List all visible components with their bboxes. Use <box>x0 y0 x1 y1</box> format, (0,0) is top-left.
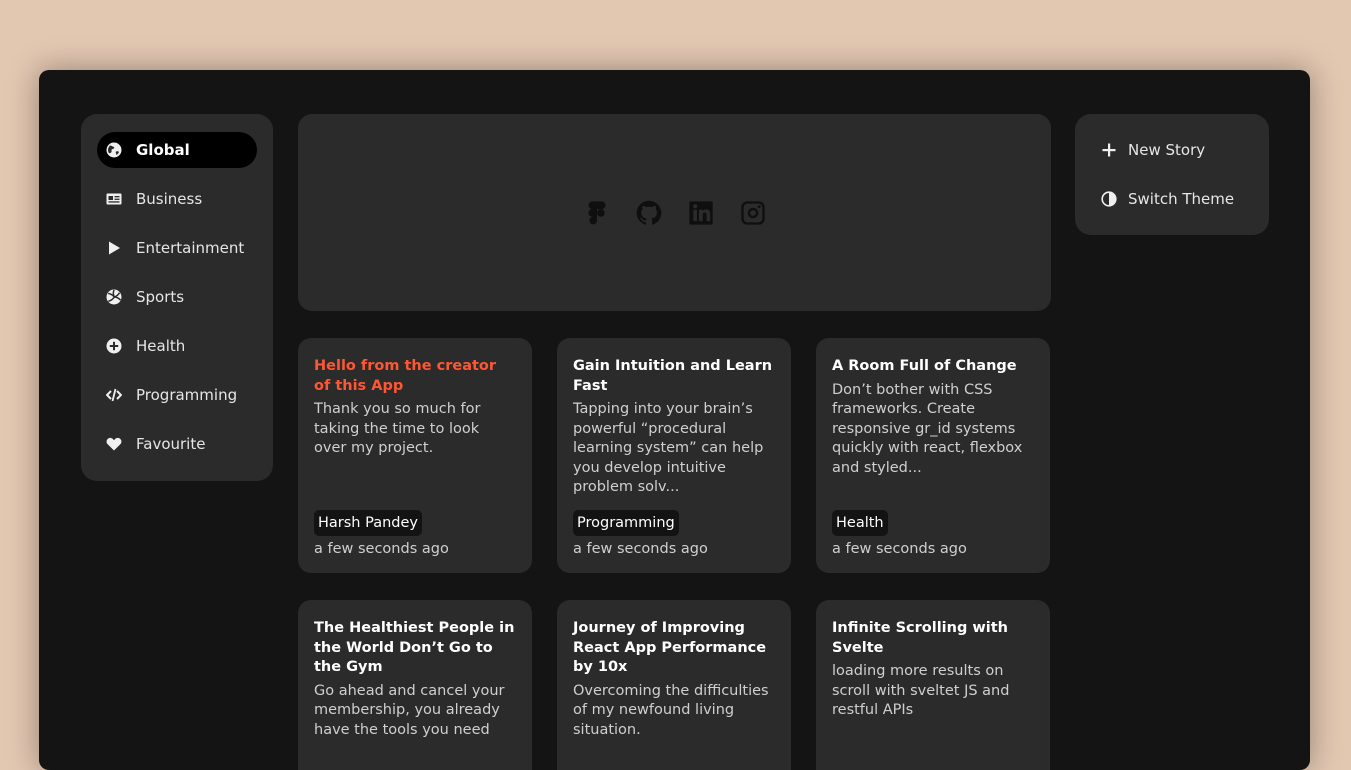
sidebar-item-global[interactable]: Global <box>97 132 257 168</box>
switch-theme-button[interactable]: Switch Theme <box>1093 181 1251 217</box>
sidebar-item-label: Global <box>136 141 190 159</box>
sidebar-item-entertainment[interactable]: Entertainment <box>97 230 257 266</box>
story-card[interactable]: The Healthiest People in the World Don’t… <box>298 600 532 770</box>
sidebar-item-label: Health <box>136 337 186 355</box>
story-card[interactable]: Infinite Scrolling with Svelte loading m… <box>816 600 1050 770</box>
sidebar-item-favourite[interactable]: Favourite <box>97 426 257 462</box>
globe-icon <box>105 141 123 159</box>
card-description: Don’t bother with CSS frameworks. Create… <box>832 381 1023 476</box>
play-icon <box>105 239 123 257</box>
figma-icon[interactable] <box>581 197 612 228</box>
instagram-icon[interactable] <box>737 197 768 228</box>
sidebar-item-label: Business <box>136 190 203 208</box>
actions-panel: New Story Switch Theme <box>1075 114 1269 235</box>
new-story-button[interactable]: New Story <box>1093 132 1251 168</box>
card-description: loading more results on scroll with svel… <box>832 663 1010 718</box>
card-title: Infinite Scrolling with Svelte <box>832 620 1009 656</box>
linkedin-icon[interactable] <box>685 197 716 228</box>
social-banner <box>298 114 1051 311</box>
card-title: The Healthiest People in the World Don’t… <box>314 620 515 675</box>
card-title: Gain Intuition and Learn Fast <box>573 358 773 394</box>
plus-circle-icon <box>105 337 123 355</box>
code-icon <box>105 386 123 404</box>
switch-theme-label: Switch Theme <box>1128 190 1235 208</box>
story-card[interactable]: Journey of Improving React App Performan… <box>557 600 791 770</box>
card-timestamp: a few seconds ago <box>314 541 449 557</box>
sidebar-item-business[interactable]: Business <box>97 181 257 217</box>
sidebar-item-label: Entertainment <box>136 239 245 257</box>
card-timestamp: a few seconds ago <box>573 541 708 557</box>
new-story-label: New Story <box>1128 141 1206 159</box>
heart-icon <box>105 435 123 453</box>
card-description: Tapping into your brain’s powerful “proc… <box>573 401 764 495</box>
category-sidebar: Global Business Entertainment Sports Hea… <box>81 114 273 481</box>
card-description: Thank you so much for taking the time to… <box>314 401 481 456</box>
card-title: Hello from the creator of this App <box>314 358 497 394</box>
sidebar-item-label: Programming <box>136 386 238 404</box>
sidebar-item-label: Sports <box>136 288 185 306</box>
sidebar-item-health[interactable]: Health <box>97 328 257 364</box>
card-timestamp: a few seconds ago <box>832 541 967 557</box>
card-tag[interactable]: Programming <box>573 510 679 536</box>
card-title: Journey of Improving React App Performan… <box>573 620 767 675</box>
card-tag[interactable]: Health <box>832 510 888 536</box>
sidebar-item-sports[interactable]: Sports <box>97 279 257 315</box>
card-description: Go ahead and cancel your membership, you… <box>314 682 505 738</box>
sidebar-item-programming[interactable]: Programming <box>97 377 257 413</box>
story-card[interactable]: Hello from the creator of this App Thank… <box>298 338 532 573</box>
plus-icon <box>1102 143 1116 157</box>
sidebar-item-label: Favourite <box>136 435 206 453</box>
card-tag[interactable]: Harsh Pandey <box>314 510 422 536</box>
card-description: Overcoming the difficulties of my newfou… <box>573 682 769 738</box>
volleyball-icon <box>105 288 123 306</box>
half-circle-icon <box>1101 191 1117 207</box>
github-icon[interactable] <box>633 197 664 228</box>
card-title: A Room Full of Change <box>832 358 1017 374</box>
newspaper-icon <box>105 190 123 208</box>
story-card[interactable]: Gain Intuition and Learn Fast Tapping in… <box>557 338 791 573</box>
app-window: Global Business Entertainment Sports Hea… <box>39 70 1310 770</box>
story-card[interactable]: A Room Full of Change Don’t bother with … <box>816 338 1050 573</box>
